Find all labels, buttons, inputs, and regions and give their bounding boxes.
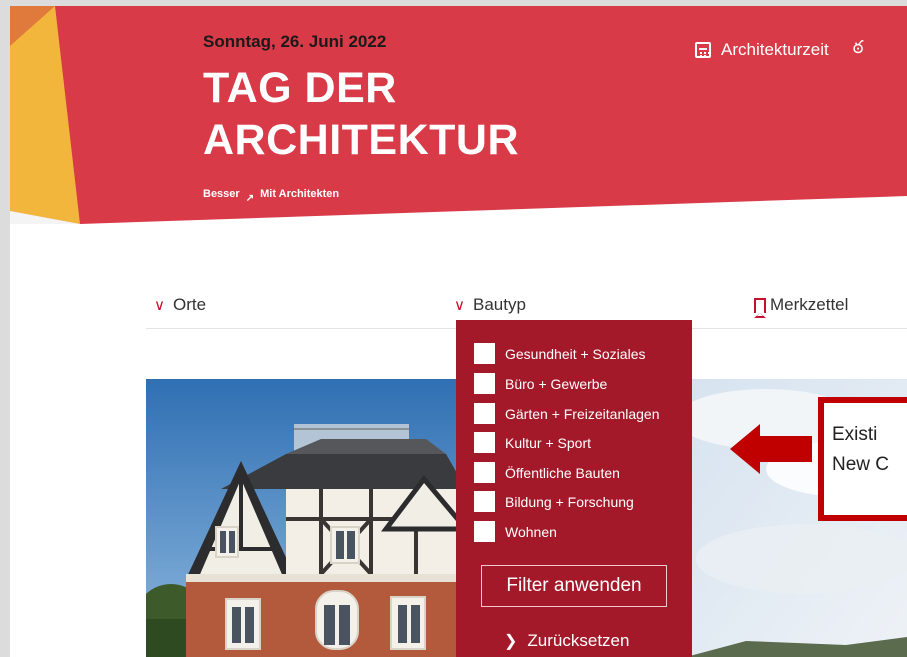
option-oeffentliche-bauten[interactable]: Öffentliche Bauten [474,462,620,483]
option-label: Öffentliche Bauten [505,464,620,481]
tagline-left: Besser [203,188,240,200]
bookmark-icon [754,297,766,318]
option-bildung-forschung[interactable]: Bildung + Forschung [474,491,634,512]
option-gesundheit-soziales[interactable]: Gesundheit + Soziales [474,343,645,364]
option-label: Bildung + Forschung [505,493,634,510]
page: Sonntag, 26. Juni 2022 TAG DER ARCHITEKT… [10,6,907,657]
filter-orte[interactable]: ∨ Orte [154,295,206,315]
checkbox[interactable] [474,432,495,453]
calendar-icon [695,41,711,58]
option-buero-gewerbe[interactable]: Büro + Gewerbe [474,373,607,394]
option-label: Kultur + Sport [505,434,591,451]
filter-bautyp-label: Bautyp [472,295,526,314]
filter-bautyp[interactable]: ∨ Bautyp [454,295,526,315]
reset-label: Zurücksetzen [527,631,630,650]
chevron-right-icon: ❯ [504,633,518,650]
annotation-box: Existi New C [818,397,907,521]
title-line-1: TAG DER [203,64,397,112]
checkbox[interactable] [474,403,495,424]
bike-icon[interactable]: ఠ [853,37,864,62]
option-label: Wohnen [505,523,557,540]
chevron-down-icon: ∨ [454,297,465,314]
option-wohnen[interactable]: Wohnen [474,521,557,542]
page-title: TAG DER ARCHITEKTUR [203,62,519,166]
checkbox[interactable] [474,521,495,542]
tagline-right: Mit Architekten [260,188,340,200]
tagline-arrow-icon: ↗ [245,193,255,204]
checkbox[interactable] [474,343,495,364]
option-kultur-sport[interactable]: Kultur + Sport [474,432,591,453]
option-label: Gesundheit + Soziales [505,345,646,362]
filter-merkzettel[interactable]: Merkzettel [754,295,849,318]
checkbox[interactable] [474,491,495,512]
checkbox[interactable] [474,373,495,394]
filter-merkzettel-label: Merkzettel [770,295,849,314]
title-line-2: ARCHITEKTUR [203,116,520,164]
reset-link[interactable]: ❯ Zurücksetzen [504,631,629,651]
apply-filter-button[interactable]: Filter anwenden [481,565,667,607]
header-banner: Sonntag, 26. Juni 2022 TAG DER ARCHITEKT… [10,6,907,224]
chevron-down-icon: ∨ [154,297,165,314]
checkbox[interactable] [474,462,495,483]
annotation-line-2: New C [832,454,890,475]
top-nav: Architekturzeit ఠ [695,37,863,62]
option-label: Gärten + Freizeitanlagen [505,405,660,422]
nav-link-architekturzeit[interactable]: Architekturzeit [721,40,829,60]
bautyp-dropdown: Gesundheit + Soziales Büro + Gewerbe Gär… [456,320,692,657]
tagline: Besser ↗ Mit Architekten [203,188,340,204]
option-gaerten-freizeitanlagen[interactable]: Gärten + Freizeitanlagen [474,403,659,424]
event-date: Sonntag, 26. Juni 2022 [203,32,387,51]
annotation-text: Existi New C [832,420,889,480]
filter-orte-label: Orte [172,295,207,314]
annotation-line-1: Existi [832,424,878,445]
option-label: Büro + Gewerbe [505,375,608,392]
annotation-arrow-icon [730,424,812,474]
